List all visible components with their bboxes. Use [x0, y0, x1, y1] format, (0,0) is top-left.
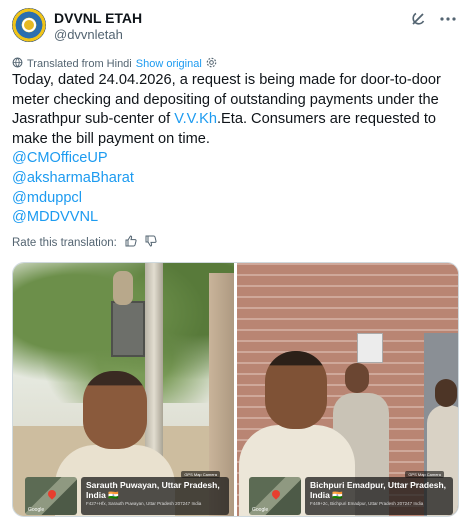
- author-display-name[interactable]: DVVNL ETAH: [54, 10, 142, 26]
- person-face: [435, 379, 457, 407]
- hashtag-link[interactable]: V.V.Kh: [174, 111, 217, 127]
- thumbs-down-icon[interactable]: [145, 235, 157, 250]
- logo-emblem: [22, 18, 36, 32]
- tweet-text: Today, dated 24.04.2026, a request is be…: [12, 71, 457, 228]
- photo-2[interactable]: GPS Map Camera Google Bichpuri Emadpur, …: [237, 263, 458, 516]
- thumbs-up-icon[interactable]: [125, 235, 137, 250]
- photo-1[interactable]: GPS Map Camera Google Sarauth Puwayan, U…: [13, 263, 234, 516]
- map-pin-icon: [46, 488, 58, 500]
- settings-icon[interactable]: [206, 57, 217, 71]
- show-original-link[interactable]: Show original: [136, 58, 202, 70]
- gps-info: Bichpuri Emadpur, Uttar Pradesh, India 🇮…: [305, 477, 453, 515]
- gps-place: Bichpuri Emadpur, Uttar Pradesh, India 🇮…: [310, 480, 447, 500]
- person-face: [265, 351, 327, 429]
- person-face: [83, 371, 147, 449]
- gps-address: F449+2c, Bichpuri Emadpur, Uttar Pradesh…: [310, 501, 424, 506]
- avatar[interactable]: [12, 8, 46, 42]
- meter-box: [357, 333, 383, 363]
- gps-map-thumbnail: Google: [249, 477, 301, 515]
- grok-icon[interactable]: [409, 10, 427, 28]
- mention-link[interactable]: @CMOfficeUP: [12, 149, 457, 169]
- translate-icon: [12, 57, 23, 71]
- tweet-header: DVVNL ETAH @dvvnletah: [12, 8, 457, 44]
- gps-info: Sarauth Puwayan, Uttar Pradesh, India 🇮🇳…: [81, 477, 229, 515]
- mention-link[interactable]: @mduppcl: [12, 189, 457, 209]
- person-face: [345, 363, 369, 393]
- lineman: [113, 271, 133, 305]
- gps-address: F427+Hfx, Sarauth Puwayan, Uttar Pradesh…: [86, 501, 202, 506]
- rate-label: Rate this translation:: [12, 236, 117, 249]
- media-grid: GPS Map Camera Google Sarauth Puwayan, U…: [12, 262, 459, 517]
- header-actions: [409, 10, 457, 28]
- mention-link[interactable]: @MDDVVNL: [12, 208, 457, 228]
- transformer: [111, 301, 145, 357]
- mention-link[interactable]: @aksharmaBharat: [12, 169, 457, 189]
- author-block: DVVNL ETAH @dvvnletah: [54, 10, 142, 43]
- more-icon[interactable]: [439, 10, 457, 28]
- map-pin-icon: [270, 488, 282, 500]
- translation-notice: Translated from Hindi Show original: [12, 57, 217, 71]
- rate-translation: Rate this translation:: [12, 235, 157, 250]
- gps-overlay: Google Sarauth Puwayan, Uttar Pradesh, I…: [25, 477, 229, 515]
- author-handle[interactable]: @dvvnletah: [54, 27, 142, 43]
- map-label: Google: [252, 507, 269, 513]
- gps-overlay: Google Bichpuri Emadpur, Uttar Pradesh, …: [249, 477, 453, 515]
- map-label: Google: [28, 507, 45, 513]
- translated-label: Translated from Hindi: [27, 58, 132, 70]
- gps-map-thumbnail: Google: [25, 477, 77, 515]
- gps-place: Sarauth Puwayan, Uttar Pradesh, India 🇮🇳: [86, 480, 220, 500]
